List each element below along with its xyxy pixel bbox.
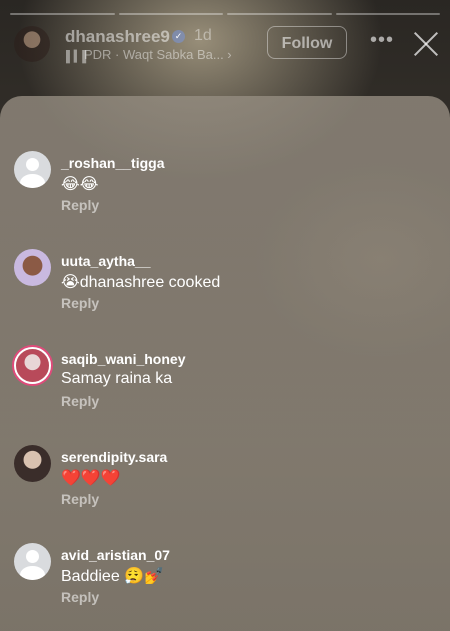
progress-segment [227,13,332,15]
comment-item: avid_aristian_07 Baddiee 😮‍💨💅 Reply [0,543,450,623]
verified-badge-icon: ✓ [172,30,185,43]
progress-segment [10,13,115,15]
reply-button[interactable]: Reply [61,295,99,311]
story-avatar[interactable] [14,26,50,62]
comment-text: Baddiee 😮‍💨💅 [61,568,165,585]
comment-username[interactable]: uuta_aytha__ [61,253,150,269]
progress-segment [335,13,440,15]
story-music[interactable]: PDR · Waqt Sabka Ba... › [84,47,232,62]
comment-username[interactable]: serendipity.sara [61,449,167,465]
reply-button[interactable]: Reply [61,393,99,409]
photo-avatar[interactable] [14,249,51,286]
comment-username[interactable]: avid_aristian_07 [61,547,170,563]
follow-button[interactable]: Follow [267,26,347,59]
story-header: dhanashree9 ✓ 1d ▌▍▌ PDR · Waqt Sabka Ba… [0,22,450,72]
comment-text: Samay raina ka [61,370,173,387]
comment-text: 😭dhanashree cooked [61,274,221,291]
close-icon[interactable] [412,30,440,58]
progress-segment [118,13,223,15]
reply-button[interactable]: Reply [61,197,99,213]
story-username[interactable]: dhanashree9 [65,27,170,47]
comments-panel: _roshan__tigga 😂😂 Reply uuta_aytha__ 😭dh… [0,96,450,631]
story-progress-bar [10,13,440,15]
comment-text: ❤️❤️❤️ [61,470,121,487]
comment-text: 😂😂 [61,176,99,193]
photo-avatar[interactable] [14,445,51,482]
comment-item: serendipity.sara ❤️❤️❤️ Reply [0,445,450,525]
reply-button[interactable]: Reply [61,589,99,605]
comment-username[interactable]: saqib_wani_honey [61,351,185,367]
comment-item: uuta_aytha__ 😭dhanashree cooked Reply [0,249,450,329]
comment-item: saqib_wani_honey Samay raina ka Reply [0,347,450,427]
story-time: 1d [194,27,212,44]
comment-item: _roshan__tigga 😂😂 Reply [0,151,450,231]
more-options-icon[interactable]: ••• [370,29,394,52]
story-ring-avatar[interactable] [14,347,51,384]
default-avatar[interactable] [14,543,51,580]
default-avatar[interactable] [14,151,51,188]
reply-button[interactable]: Reply [61,491,99,507]
comment-username[interactable]: _roshan__tigga [61,155,164,171]
